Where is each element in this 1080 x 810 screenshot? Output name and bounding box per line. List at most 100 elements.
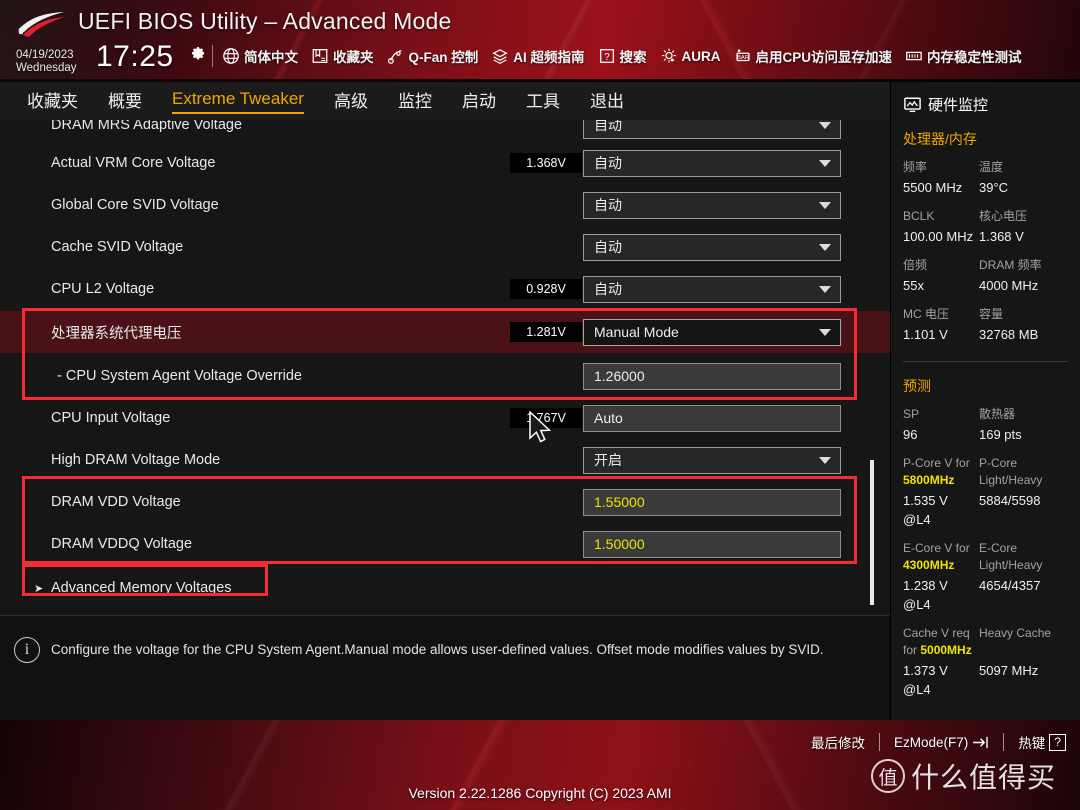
rog-logo — [18, 12, 64, 37]
setting-value: 1.26000 — [594, 368, 645, 384]
nav-tab-6[interactable]: 工具 — [526, 87, 560, 115]
monitor-icon — [904, 97, 921, 113]
hw-metric-value: 5097 MHz — [979, 663, 1039, 678]
ezmode-label: EzMode(F7) — [894, 734, 969, 750]
hotkeys-label: 热键 — [1018, 736, 1046, 751]
nav-tab-2[interactable]: Extreme Tweaker — [172, 89, 304, 114]
hw-metric-key: 核心电压 — [979, 209, 1028, 223]
setting-control-dropdown[interactable]: 自动 — [583, 275, 841, 303]
system-time: 17:25 — [96, 40, 174, 73]
hw-section-title: 预测 — [903, 378, 931, 394]
setting-control-dropdown[interactable]: 自动 — [583, 233, 841, 261]
hw-metric-grid: 频率 温度 5500 MHz 39°C BCLK 核心电压 100.00 MHz 1.368 … — [891, 151, 1080, 353]
hw-metric-value: 1.101 V — [903, 327, 948, 342]
hw-metric-highlight: 4300MHz — [903, 558, 955, 572]
setting-row[interactable]: DRAM VDD Voltage 1.55000 — [0, 481, 890, 523]
nav-tab-7[interactable]: 退出 — [590, 87, 624, 115]
hw-metric-key: SP — [903, 407, 920, 421]
fan-icon — [387, 49, 402, 64]
setting-label: Advanced Memory Voltages — [51, 580, 232, 596]
ezmode-button[interactable]: EzMode(F7) — [894, 735, 989, 750]
chevron-down-icon — [819, 285, 831, 293]
setting-row[interactable]: - CPU System Agent Voltage Override 1.260… — [0, 355, 890, 397]
favorites-button[interactable]: 收藏夹 — [311, 46, 374, 66]
setting-row[interactable]: DRAM VDDQ Voltage 1.50000 — [0, 523, 890, 565]
aura-icon — [661, 48, 676, 63]
hw-metric-key: E-Core V for 4300MHz — [903, 541, 970, 572]
setting-row[interactable]: CPU Input Voltage 1.767V Auto — [0, 397, 890, 439]
setting-label: High DRAM Voltage Mode — [51, 452, 221, 468]
setting-value: 自动 — [594, 239, 622, 255]
setting-value: Auto — [594, 410, 623, 426]
last-modified-label: 最后修改 — [811, 736, 866, 751]
setting-control-dropdown[interactable]: 自动 — [583, 120, 841, 139]
setting-row[interactable]: 处理器系统代理电压 1.281V Manual Mode — [0, 311, 890, 353]
header-divider — [212, 45, 213, 67]
hw-metric-value: 169 pts — [979, 427, 1022, 442]
hw-metric-value: 96 — [903, 427, 918, 442]
search-button[interactable]: ? 搜索 — [598, 46, 647, 66]
nav-tab-0[interactable]: 收藏夹 — [27, 87, 78, 115]
setting-label: DRAM VDD Voltage — [51, 494, 181, 510]
nav-tab-4[interactable]: 监控 — [398, 87, 432, 115]
setting-control-plain[interactable]: Auto — [583, 404, 841, 432]
language-button[interactable]: 简体中文 — [222, 46, 298, 66]
setting-control-textbox[interactable]: 1.55000 — [583, 488, 841, 516]
last-modified-button[interactable]: 最后修改 — [811, 732, 865, 752]
expand-arrow-icon: ➤ — [34, 582, 44, 595]
hw-metric-key: 散热器 — [979, 407, 1016, 421]
page-title: UEFI BIOS Utility – Advanced Mode — [78, 8, 452, 34]
aura-button[interactable]: AURA — [660, 47, 721, 65]
hw-metric-key: 容量 — [979, 307, 1004, 321]
nav-tab-5[interactable]: 启动 — [462, 87, 496, 115]
setting-control-dropdown[interactable]: 开启 — [583, 446, 841, 474]
hw-metric-highlight: 5800MHz — [903, 473, 955, 487]
hw-metric-key: DRAM 频率 — [979, 258, 1042, 272]
setting-row[interactable]: Global Core SVID Voltage 自动 — [0, 184, 890, 226]
setting-control-dropdown-dark[interactable]: Manual Mode — [583, 318, 841, 346]
setting-label: CPU L2 Voltage — [51, 281, 155, 297]
resizable-bar-button[interactable]: BAR 启用CPU访问显存加速 — [734, 46, 892, 66]
qfan-button[interactable]: Q-Fan 控制 — [387, 46, 478, 66]
setting-control-dropdown[interactable]: 自动 — [583, 149, 841, 177]
setting-control-textbox[interactable]: 1.50000 — [583, 530, 841, 558]
nav-tab-1[interactable]: 概要 — [108, 87, 142, 115]
footer-divider-2 — [1003, 733, 1005, 751]
setting-label: DRAM MRS Adaptive Voltage — [51, 120, 243, 133]
setting-readout: 1.368V — [510, 153, 582, 173]
question-keycap-icon: ? — [1049, 733, 1066, 751]
scrollbar-thumb[interactable] — [870, 460, 874, 605]
hw-metric-grid: SP 散热器 96 169 pts P-Core V for 5800MHz P-Core L… — [891, 398, 1080, 708]
ai-oc-guide-button[interactable]: AI 超频指南 — [491, 46, 585, 66]
memtest-label: 内存稳定性测试 — [927, 50, 1022, 65]
language-label: 简体中文 — [244, 50, 298, 65]
chevron-down-icon — [819, 121, 831, 129]
chevron-down-icon — [819, 159, 831, 167]
search-label: 搜索 — [619, 50, 647, 65]
setting-control-dropdown[interactable]: 自动 — [583, 191, 841, 219]
setting-label: Cache SVID Voltage — [51, 239, 184, 255]
ai-oc-guide-label: AI 超频指南 — [513, 50, 585, 65]
hw-metric-value: 1.368 V — [979, 229, 1024, 244]
setting-value: 1.55000 — [594, 494, 645, 510]
hw-metric-value: 5500 MHz — [903, 180, 963, 195]
footer-bar: 最后修改 EzMode(F7) 热键 ? 值 什么值得买 Version 2.2… — [0, 720, 1080, 810]
system-date: 04/19/2023 Wednesday — [16, 49, 77, 74]
setting-row[interactable]: Cache SVID Voltage 自动 — [0, 226, 890, 268]
setting-row[interactable]: CPU L2 Voltage 0.928V 自动 — [0, 268, 890, 310]
nav-tab-3[interactable]: 高级 — [334, 87, 368, 115]
hw-metric-key: BCLK — [903, 209, 935, 223]
setting-control-textbox[interactable]: 1.26000 — [583, 362, 841, 390]
setting-value: 自动 — [594, 155, 622, 171]
ai-chip-icon — [492, 49, 508, 64]
gear-icon[interactable] — [188, 44, 207, 63]
memtest-button[interactable]: 内存稳定性测试 — [905, 46, 1022, 66]
bios-screen: UEFI BIOS Utility – Advanced Mode 04/19/… — [0, 0, 1080, 810]
hotkeys-button[interactable]: 热键 ? — [1018, 732, 1066, 752]
hw-metric-key: 温度 — [979, 160, 1004, 174]
hw-section-title: 处理器/内存 — [903, 131, 977, 147]
setting-row[interactable]: ➤ Advanced Memory Voltages — [0, 567, 890, 609]
setting-row[interactable]: High DRAM Voltage Mode 开启 — [0, 439, 890, 481]
hw-metric-value: 1.238 V @L4 — [903, 578, 948, 612]
setting-row[interactable]: Actual VRM Core Voltage 1.368V 自动 — [0, 142, 890, 184]
